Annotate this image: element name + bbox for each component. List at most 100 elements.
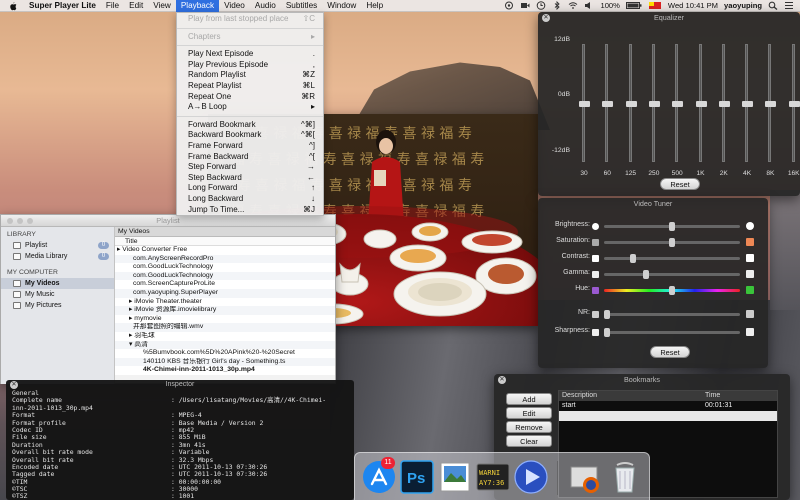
eq-slider-knob[interactable] (602, 101, 614, 107)
eq-slider[interactable] (672, 44, 684, 162)
tuner-slider-knob[interactable] (604, 328, 610, 337)
eq-slider[interactable] (625, 44, 637, 162)
table-row[interactable]: start 00:01:31 (559, 401, 777, 411)
bookmark-clear-button[interactable]: Clear (506, 435, 552, 447)
bluetooth-icon[interactable] (552, 1, 562, 10)
tuner-slider-knob[interactable] (669, 238, 675, 247)
menu-help[interactable]: Help (361, 0, 388, 12)
photoshop-icon[interactable]: Ps (399, 459, 435, 495)
file-row[interactable]: com.yaoyuping.SuperPlayer (115, 288, 335, 298)
column-header-title[interactable]: Title (115, 237, 335, 246)
file-row[interactable]: ▸ 羽毛球 (115, 331, 335, 341)
eq-slider[interactable] (742, 44, 754, 162)
bookmark-edit-button[interactable]: Edit (506, 407, 552, 419)
menu-item[interactable]: A→B Loop ▸ (177, 102, 323, 113)
column-header-description[interactable]: Description (562, 391, 597, 401)
video-status-icon[interactable] (520, 1, 530, 10)
super-player-icon[interactable] (513, 459, 549, 495)
file-row[interactable]: 140110 KBS 音乐银行 Girl's day - Something.t… (115, 357, 335, 367)
battery-icon[interactable] (625, 1, 642, 10)
menu-item[interactable]: Backward Bookmark ^⌘[ (177, 130, 323, 141)
menu-video[interactable]: Video (219, 0, 250, 12)
tuner-slider-knob[interactable] (669, 222, 675, 231)
menu-file[interactable]: File (101, 0, 124, 12)
menu-item[interactable]: Repeat Playlist ⌘L (177, 81, 323, 92)
file-row[interactable]: com.AnyScreenRecordPro (115, 254, 335, 264)
table-row-empty[interactable] (559, 411, 777, 421)
bookmark-add-button[interactable]: Add (506, 393, 552, 405)
close-icon[interactable]: ✕ (10, 381, 18, 389)
eq-slider-knob[interactable] (718, 101, 730, 107)
sidebar-item-my-music[interactable]: My Music (1, 289, 114, 300)
menu-item[interactable]: Play Next Episode. (177, 49, 323, 60)
equalizer-reset-button[interactable]: Reset (660, 178, 700, 190)
eq-slider-knob[interactable] (695, 101, 707, 107)
menu-edit[interactable]: Edit (124, 0, 148, 12)
video-tuner-titlebar[interactable]: Video Tuner (538, 198, 768, 210)
menu-item[interactable]: Forward Bookmark ^⌘] (177, 120, 323, 131)
battery-percent[interactable]: 100% (600, 1, 619, 10)
menu-subtitles[interactable]: Subtitles (281, 0, 322, 12)
tuner-slider[interactable] (604, 222, 740, 231)
file-row[interactable]: ▾ 高清 (115, 340, 335, 350)
tuner-slider-knob[interactable] (604, 310, 610, 319)
file-row[interactable]: com.GoodLuckTechnology (115, 263, 335, 272)
user-name[interactable]: yaoyuping (724, 1, 762, 10)
eq-slider-knob[interactable] (625, 101, 637, 107)
tuner-slider[interactable] (604, 270, 740, 279)
close-icon[interactable]: ✕ (498, 376, 506, 384)
window-zoom-button[interactable] (27, 218, 33, 224)
inspector-titlebar[interactable]: ✕ Inspector (6, 380, 354, 390)
file-row[interactable]: ▸ Video Converter Free (115, 246, 335, 255)
file-row[interactable]: 井那套图照的编辑.wmv (115, 323, 335, 332)
file-row[interactable]: ▸ iMovie 资源库.imovielibrary (115, 306, 335, 315)
status-app-icon[interactable] (504, 1, 514, 10)
tuner-slider-knob[interactable] (643, 270, 649, 279)
trash-icon[interactable] (607, 459, 643, 495)
bookmarks-titlebar[interactable]: ✕ Bookmarks (494, 374, 790, 386)
eq-slider-knob[interactable] (765, 101, 777, 107)
close-icon[interactable]: ✕ (542, 14, 550, 22)
eq-slider[interactable] (718, 44, 730, 162)
tuner-slider-knob[interactable] (630, 254, 636, 263)
flag-icon[interactable] (648, 1, 662, 10)
menu-item[interactable]: Long Backward ↓ (177, 194, 323, 205)
menu-item[interactable]: Step Backward ← (177, 173, 323, 184)
menu-item[interactable]: Random Playlist ⌘Z (177, 70, 323, 81)
eq-slider[interactable] (579, 44, 590, 162)
eq-slider[interactable] (648, 44, 660, 162)
notification-center-icon[interactable] (784, 1, 794, 10)
file-row[interactable]: ▸ mymovie (115, 314, 335, 324)
tuner-slider[interactable] (604, 310, 740, 319)
tuner-slider[interactable] (604, 238, 740, 247)
sidebar-item-playlist[interactable]: Playlist 0 (1, 240, 114, 251)
tuner-slider[interactable] (604, 254, 740, 263)
clock-status-icon[interactable] (536, 1, 546, 10)
sidebar-item-my-pictures[interactable]: My Pictures (1, 300, 114, 311)
console-icon[interactable]: WARNI AY7:36 (475, 459, 511, 495)
menu-item[interactable]: Play Previous Episode, (177, 60, 323, 71)
file-row[interactable]: com.ScreenCaptureProLite (115, 280, 335, 289)
file-row[interactable]: ▸ iMovie Theater.theater (115, 297, 335, 307)
file-row[interactable]: com.GoodLuckTechnology (115, 271, 335, 281)
menu-item[interactable]: Jump To Time... ⌘J (177, 205, 323, 216)
tuner-reset-button[interactable]: Reset (650, 346, 690, 358)
tuner-slider[interactable] (604, 328, 740, 337)
menu-window[interactable]: Window (322, 0, 361, 12)
menu-item[interactable]: Repeat One ⌘R (177, 92, 323, 103)
tuner-slider-knob[interactable] (669, 286, 675, 295)
app-name-menu[interactable]: Super Player Lite (24, 0, 101, 12)
column-header-time[interactable]: Time (705, 391, 720, 401)
menu-item[interactable]: Frame Forward ^] (177, 141, 323, 152)
eq-slider-knob[interactable] (788, 101, 800, 107)
wifi-icon[interactable] (568, 1, 578, 10)
sidebar-item-my-videos[interactable]: My Videos (1, 278, 114, 289)
menu-item[interactable]: Frame Backward ^[ (177, 152, 323, 163)
spotlight-icon[interactable] (768, 1, 778, 10)
firefox-icon[interactable] (567, 459, 603, 495)
apple-icon[interactable] (8, 1, 18, 11)
tuner-slider[interactable] (604, 286, 740, 295)
window-minimize-button[interactable] (17, 218, 23, 224)
window-close-button[interactable] (7, 218, 13, 224)
menu-audio[interactable]: Audio (250, 0, 281, 12)
